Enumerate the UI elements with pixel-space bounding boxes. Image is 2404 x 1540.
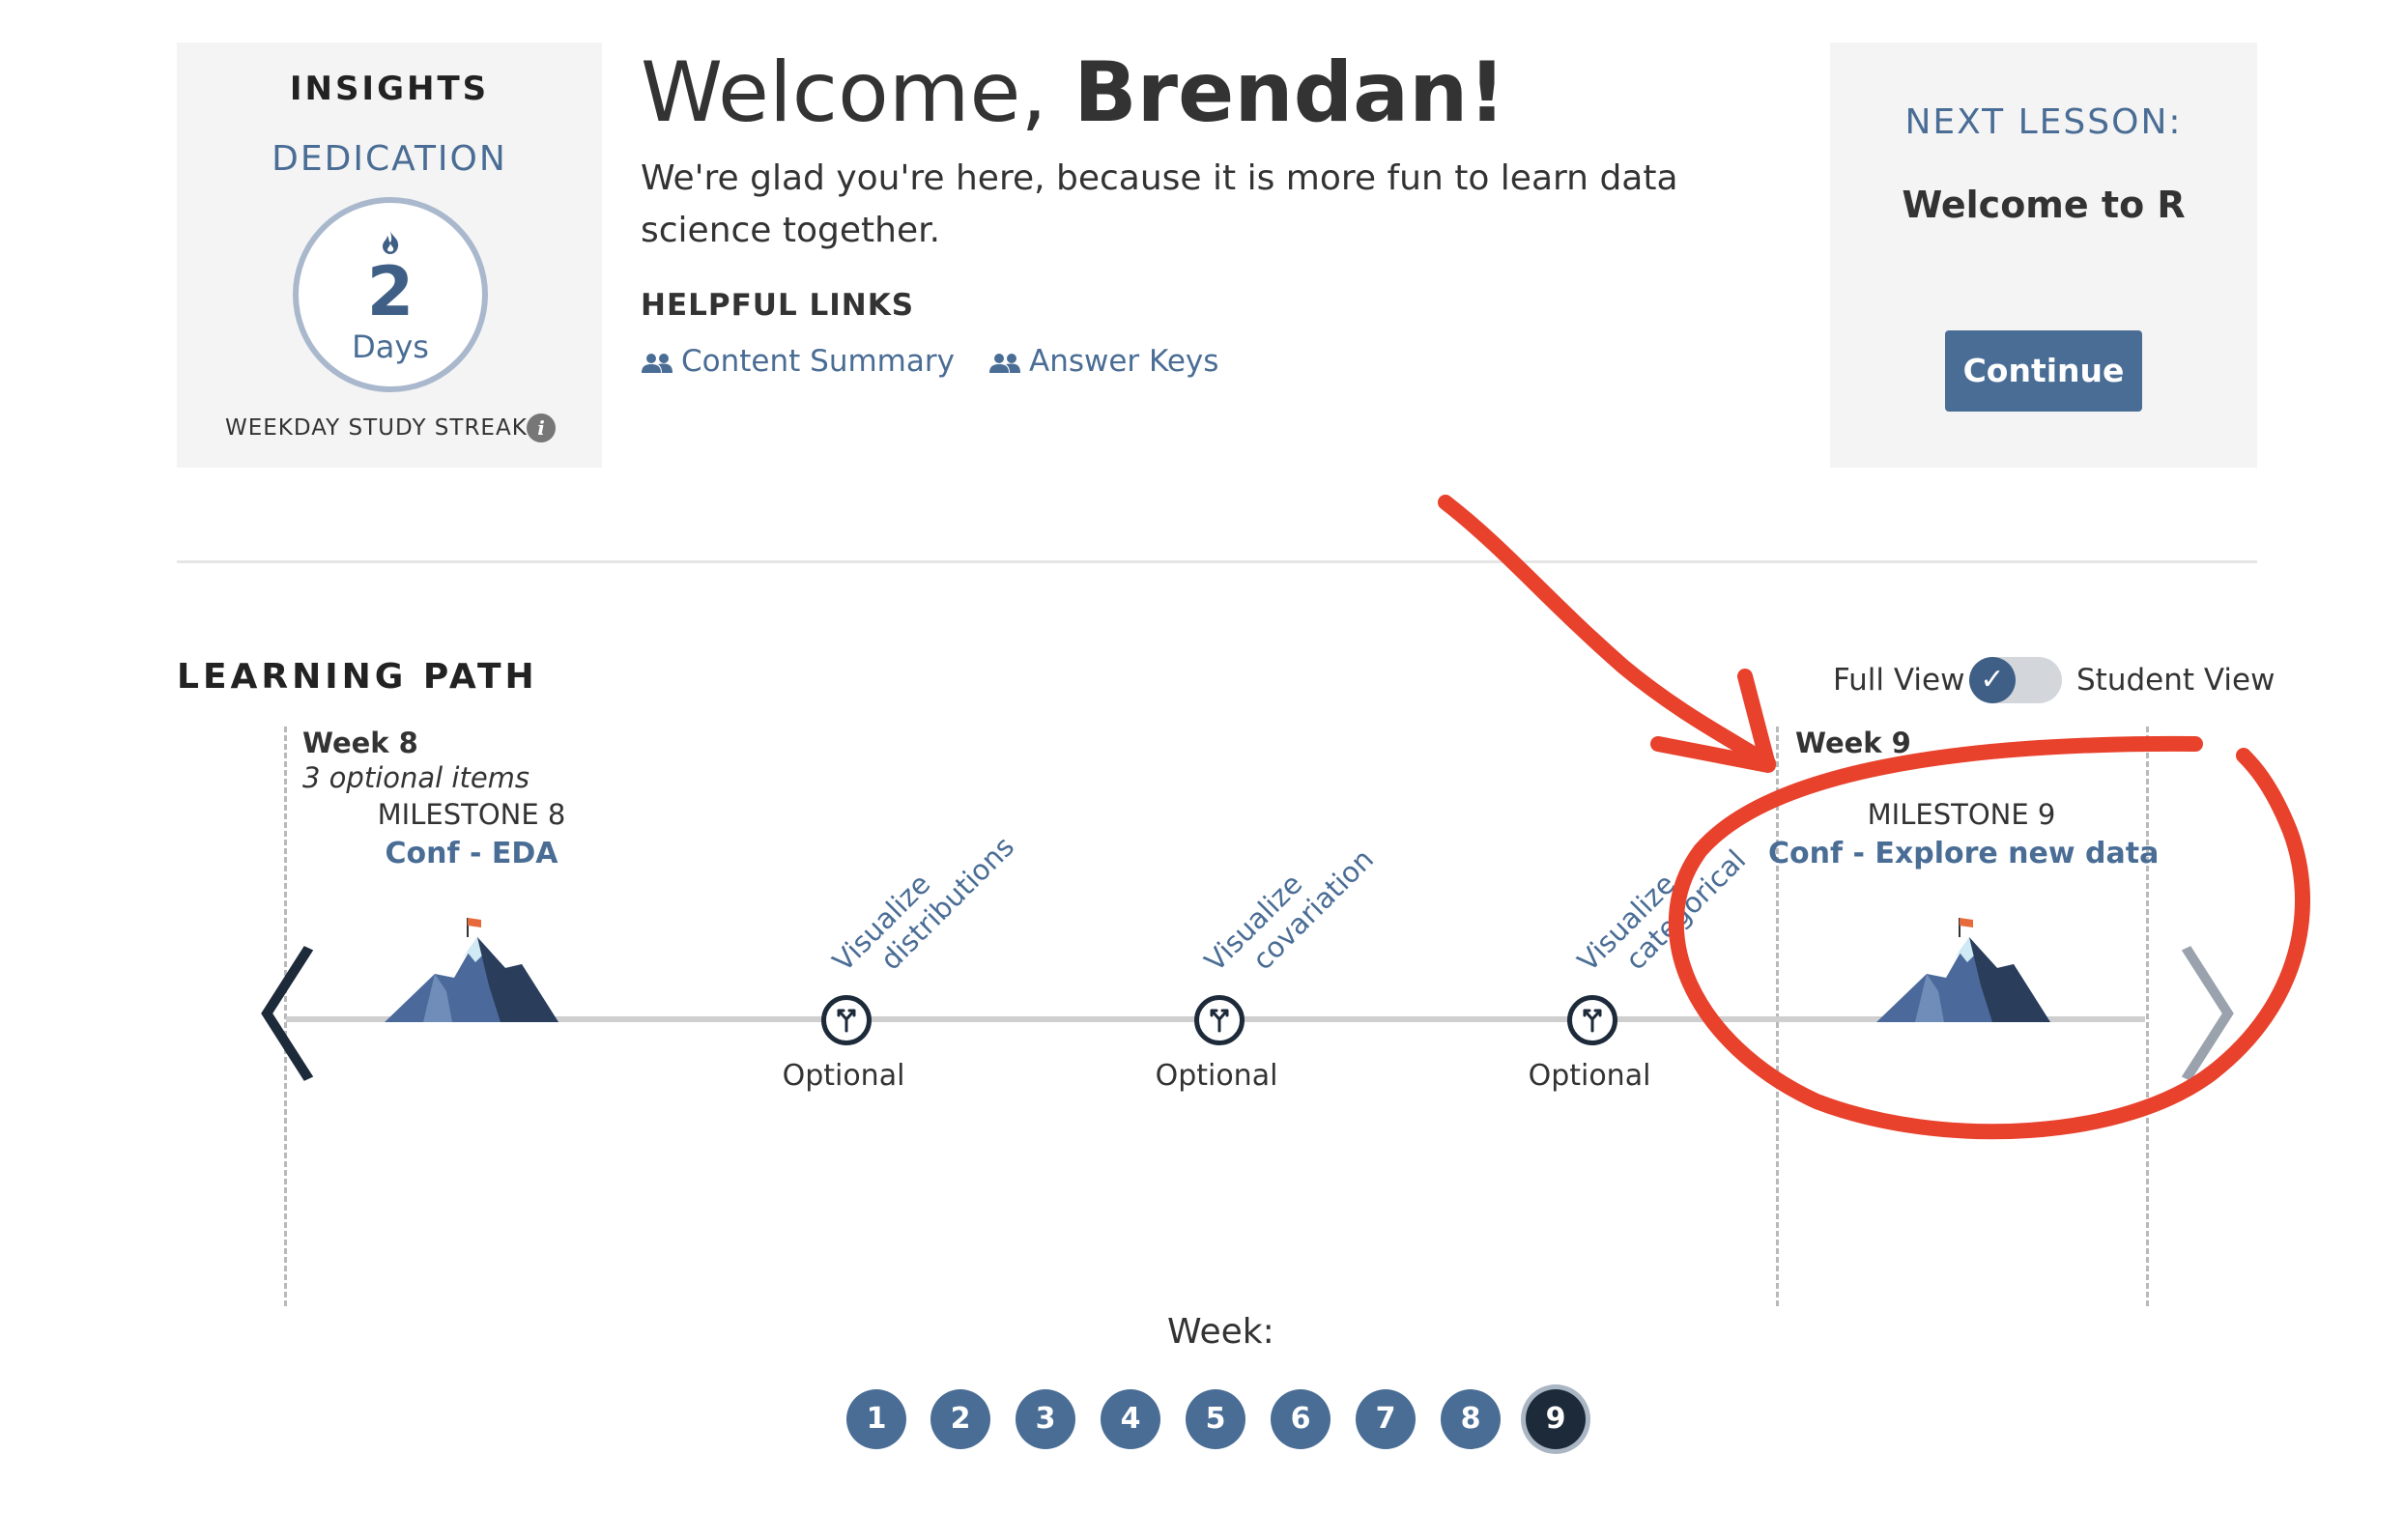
insights-title: INSIGHTS bbox=[289, 70, 490, 108]
welcome-intro: We're glad you're here, because it is mo… bbox=[641, 158, 1678, 250]
content-summary-link[interactable]: Content Summary bbox=[641, 344, 955, 379]
streak-label: WEEKDAY STUDY STREAK bbox=[225, 415, 528, 441]
next-lesson-title: Welcome to R bbox=[1902, 184, 2186, 226]
optional-item-title[interactable]: Visualize covariation bbox=[1198, 819, 1380, 1001]
continue-button[interactable]: Continue bbox=[1945, 330, 2142, 412]
dedication-heading: DEDICATION bbox=[272, 139, 507, 179]
answer-keys-label: Answer Keys bbox=[1029, 344, 1219, 379]
week-8-header: Week 8 bbox=[302, 727, 418, 759]
next-lesson-heading: NEXT LESSON: bbox=[1904, 102, 2183, 142]
welcome-greeting: Welcome, bbox=[641, 44, 1074, 141]
optional-status: Optional bbox=[1528, 1059, 1651, 1093]
streak-count: 2 bbox=[366, 252, 415, 331]
section-divider bbox=[177, 560, 2257, 563]
week-8-optional-count: 3 optional items bbox=[302, 761, 530, 794]
next-arrow-icon[interactable]: 〉 bbox=[2174, 947, 2319, 1092]
week-button-2[interactable]: 2 bbox=[930, 1389, 990, 1449]
milestone-8-title[interactable]: Conf - EDA bbox=[327, 837, 616, 870]
optional-status: Optional bbox=[782, 1059, 905, 1093]
prev-arrow-icon[interactable]: 〈 bbox=[176, 947, 321, 1092]
milestone-9-title[interactable]: Conf - Explore new data bbox=[1768, 837, 2159, 870]
streak-unit: Days bbox=[352, 328, 429, 365]
mountain-milestone-icon[interactable] bbox=[1876, 908, 2050, 1024]
optional-item-node-icon[interactable] bbox=[821, 995, 872, 1045]
people-icon bbox=[989, 353, 1020, 373]
week-button-5[interactable]: 5 bbox=[1186, 1389, 1245, 1449]
annotation-arrow bbox=[1438, 495, 1776, 771]
week-pager-label: Week: bbox=[1167, 1312, 1274, 1352]
answer-keys-link[interactable]: Answer Keys bbox=[988, 344, 1218, 379]
week-button-1[interactable]: 1 bbox=[846, 1389, 906, 1449]
helpful-links-heading: HELPFUL LINKS bbox=[641, 288, 915, 323]
next-lesson-card: NEXT LESSON: Welcome to R Continue bbox=[1830, 43, 2257, 468]
week-button-6[interactable]: 6 bbox=[1271, 1389, 1331, 1449]
welcome-heading: Welcome, Brendan! bbox=[641, 44, 1506, 141]
insights-card: INSIGHTS DEDICATION 2 Days WEEKDAY STUDY… bbox=[177, 43, 602, 468]
week-button-8[interactable]: 8 bbox=[1441, 1389, 1501, 1449]
info-icon[interactable]: i bbox=[527, 414, 556, 442]
optional-item-node-icon[interactable] bbox=[1194, 995, 1245, 1045]
streak-circle: 2 Days bbox=[293, 197, 488, 392]
learning-path-title: LEARNING PATH bbox=[177, 657, 538, 697]
milestone-9-label: MILESTONE 9 bbox=[1867, 798, 2056, 831]
week-9-header: Week 9 bbox=[1795, 727, 1911, 759]
optional-item-title[interactable]: Visualize categorical bbox=[1571, 820, 1752, 1001]
milestone-8-label: MILESTONE 8 bbox=[377, 798, 566, 831]
optional-item-node-icon[interactable] bbox=[1567, 995, 1617, 1045]
optional-item-title[interactable]: Visualize distributions bbox=[826, 807, 1020, 1001]
week-button-9[interactable]: 9 bbox=[1526, 1389, 1586, 1449]
week-button-3[interactable]: 3 bbox=[1016, 1389, 1075, 1449]
user-name: Brendan! bbox=[1073, 44, 1506, 141]
full-view-label[interactable]: Full View bbox=[1833, 663, 1964, 698]
annotation-arrowhead bbox=[1650, 669, 1776, 773]
mountain-milestone-icon[interactable] bbox=[385, 908, 558, 1024]
student-view-label[interactable]: Student View bbox=[2076, 663, 2275, 698]
content-summary-label: Content Summary bbox=[681, 344, 955, 379]
optional-status: Optional bbox=[1155, 1059, 1278, 1093]
check-icon[interactable]: ✓ bbox=[1969, 657, 2016, 703]
week-button-4[interactable]: 4 bbox=[1101, 1389, 1160, 1449]
week-button-7[interactable]: 7 bbox=[1356, 1389, 1416, 1449]
people-icon bbox=[642, 353, 673, 373]
